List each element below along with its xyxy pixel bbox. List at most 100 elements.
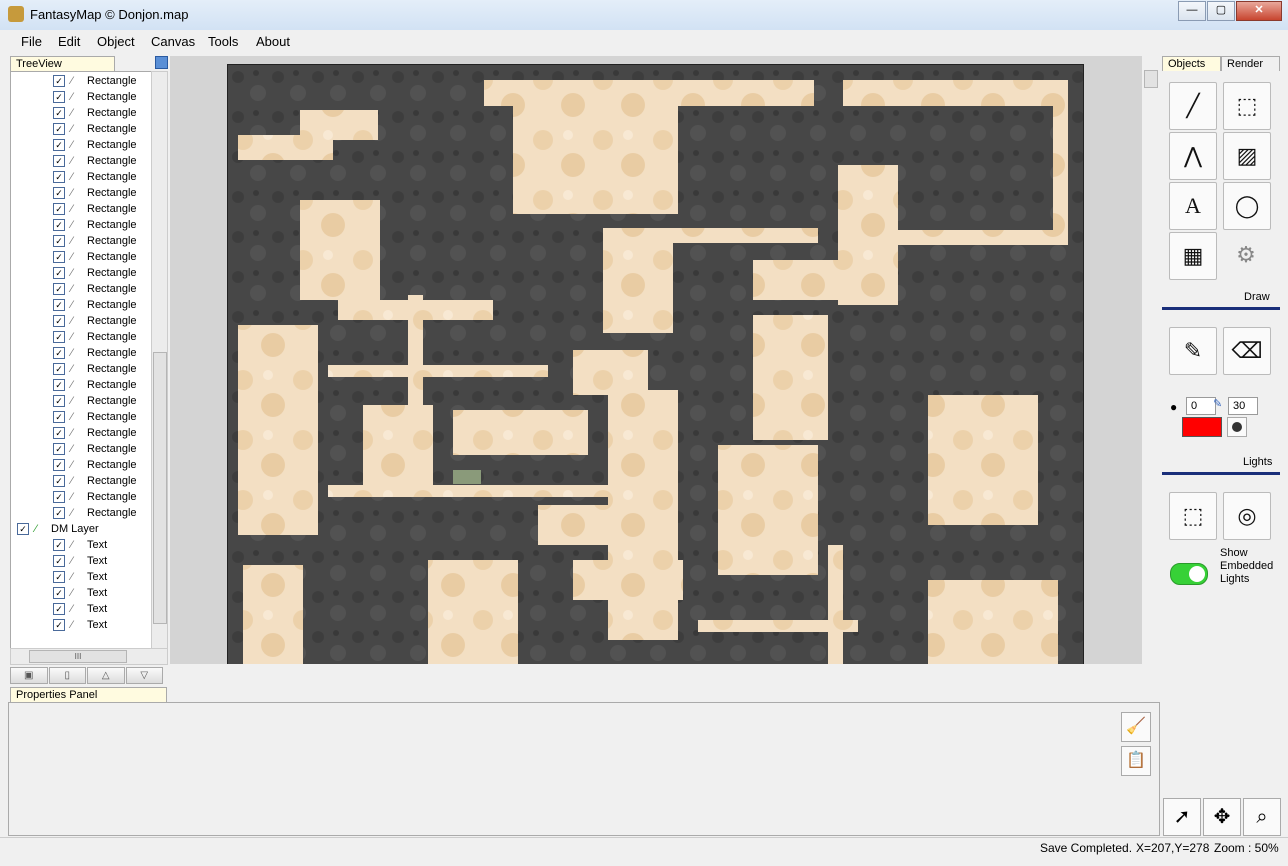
canvas-vertical-scrollbar[interactable] (1143, 56, 1158, 664)
maximize-button[interactable]: ▢ (1207, 1, 1235, 21)
tree-item-rectangle[interactable]: ✓ ⁄ Rectangle (53, 425, 137, 441)
visibility-checkbox[interactable]: ✓ (53, 107, 65, 120)
tree-view[interactable]: ✓ ⁄ Rectangle ✓ ⁄ Rectangle ✓ ⁄ Rectangle ✓ ⁄ Recta… (10, 71, 152, 649)
text-tool-button[interactable]: A (1169, 182, 1217, 230)
pin-icon[interactable] (155, 56, 168, 69)
visibility-checkbox[interactable]: ✓ (53, 443, 65, 456)
tree-item-rectangle[interactable]: ✓ ⁄ Rectangle (53, 153, 137, 169)
visibility-checkbox[interactable]: ✓ (53, 123, 65, 136)
visibility-checkbox[interactable]: ✓ (53, 155, 65, 168)
tree-item-rectangle[interactable]: ✓ ⁄ Rectangle (53, 281, 137, 297)
embedded-lights-toggle[interactable] (1170, 563, 1208, 585)
folder-icon[interactable]: ▣ (10, 667, 48, 684)
zoom-tool-button[interactable]: ⌕ (1243, 798, 1281, 836)
tab-treeview[interactable]: TreeView (10, 56, 115, 71)
visibility-checkbox[interactable]: ✓ (53, 363, 65, 376)
menu-file[interactable]: File (21, 34, 42, 49)
visibility-checkbox[interactable]: ✓ (53, 379, 65, 392)
tree-item-rectangle[interactable]: ✓ ⁄ Rectangle (53, 233, 137, 249)
visibility-checkbox[interactable]: ✓ (53, 251, 65, 264)
visibility-checkbox[interactable]: ✓ (53, 619, 65, 632)
image-tool-button[interactable]: ▨ (1223, 132, 1271, 180)
tree-item-rectangle[interactable]: ✓ ⁄ Rectangle (53, 73, 137, 89)
minimize-button[interactable]: — (1178, 1, 1206, 21)
tree-item-rectangle[interactable]: ✓ ⁄ Rectangle (53, 105, 137, 121)
menu-canvas[interactable]: Canvas (151, 34, 195, 49)
visibility-checkbox[interactable]: ✓ (53, 507, 65, 520)
pattern-tool-button[interactable]: ▦ (1169, 232, 1217, 280)
tree-item-text[interactable]: ✓ ⁄ Text (53, 617, 107, 633)
visibility-checkbox[interactable]: ✓ (53, 315, 65, 328)
canvas-horizontal-scrollbar[interactable] (170, 666, 1158, 682)
visibility-checkbox[interactable]: ✓ (53, 219, 65, 232)
tree-item-rectangle[interactable]: ✓ ⁄ Rectangle (53, 345, 137, 361)
tab-render[interactable]: Render (1221, 56, 1280, 71)
visibility-checkbox[interactable]: ✓ (53, 187, 65, 200)
scroll-thumb[interactable]: III (29, 650, 127, 663)
tree-item-rectangle[interactable]: ✓ ⁄ Rectangle (53, 409, 137, 425)
light-point-button[interactable]: ◎ (1223, 492, 1271, 540)
visibility-checkbox[interactable]: ✓ (17, 523, 29, 536)
tree-item-rectangle[interactable]: ✓ ⁄ Rectangle (53, 265, 137, 281)
tree-item-text[interactable]: ✓ ⁄ Text (53, 585, 107, 601)
visibility-checkbox[interactable]: ✓ (53, 491, 65, 504)
scroll-thumb[interactable] (153, 352, 167, 624)
tree-item-rectangle[interactable]: ✓ ⁄ Rectangle (53, 457, 137, 473)
visibility-checkbox[interactable]: ✓ (53, 235, 65, 248)
settings-button[interactable]: ⚙ (1223, 232, 1269, 278)
visibility-checkbox[interactable]: ✓ (53, 331, 65, 344)
visibility-checkbox[interactable]: ✓ (53, 203, 65, 216)
tree-item-rectangle[interactable]: ✓ ⁄ Rectangle (53, 169, 137, 185)
visibility-checkbox[interactable]: ✓ (53, 587, 65, 600)
rectangle-tool-button[interactable]: ⬚ (1223, 82, 1271, 130)
visibility-checkbox[interactable]: ✓ (53, 571, 65, 584)
tree-item-rectangle[interactable]: ✓ ⁄ Rectangle (53, 393, 137, 409)
tree-item-rectangle[interactable]: ✓ ⁄ Rectangle (53, 137, 137, 153)
eraser-button[interactable]: ⌫ (1223, 327, 1271, 375)
clear-properties-button[interactable]: 🧹 (1121, 712, 1151, 742)
visibility-checkbox[interactable]: ✓ (53, 347, 65, 360)
move-down-icon[interactable]: ▽ (125, 667, 163, 684)
tree-item-rectangle[interactable]: ✓ ⁄ Rectangle (53, 473, 137, 489)
pan-tool-button[interactable]: ✥ (1203, 798, 1241, 836)
tree-item-rectangle[interactable]: ✓ ⁄ Rectangle (53, 217, 137, 233)
size-input[interactable]: 0 (1186, 397, 1216, 415)
menu-tools[interactable]: Tools (208, 34, 238, 49)
tree-item-rectangle[interactable]: ✓ ⁄ Rectangle (53, 313, 137, 329)
visibility-checkbox[interactable]: ✓ (53, 75, 65, 88)
menu-edit[interactable]: Edit (58, 34, 80, 49)
visibility-checkbox[interactable]: ✓ (53, 171, 65, 184)
tree-item-rectangle[interactable]: ✓ ⁄ Rectangle (53, 505, 137, 521)
tree-item-rectangle[interactable]: ✓ ⁄ Rectangle (53, 297, 137, 313)
visibility-checkbox[interactable]: ✓ (53, 139, 65, 152)
tree-item-rectangle[interactable]: ✓ ⁄ Rectangle (53, 441, 137, 457)
visibility-checkbox[interactable]: ✓ (53, 411, 65, 424)
visibility-checkbox[interactable]: ✓ (53, 299, 65, 312)
tree-item-text[interactable]: ✓ ⁄ Text (53, 601, 107, 617)
map-canvas[interactable] (170, 56, 1142, 664)
polyline-tool-button[interactable]: ⋀ (1169, 132, 1217, 180)
page-icon[interactable]: ▯ (48, 667, 86, 684)
visibility-checkbox[interactable]: ✓ (53, 283, 65, 296)
visibility-checkbox[interactable]: ✓ (53, 267, 65, 280)
tree-item-text[interactable]: ✓ ⁄ Text (53, 537, 107, 553)
visibility-checkbox[interactable]: ✓ (53, 555, 65, 568)
paste-properties-button[interactable]: 📋 (1121, 746, 1151, 776)
light-color-swatch[interactable] (1182, 417, 1222, 437)
tree-item-rectangle[interactable]: ✓ ⁄ Rectangle (53, 201, 137, 217)
move-up-icon[interactable]: △ (87, 667, 125, 684)
light-brush-button[interactable]: ✎ (1169, 327, 1217, 375)
close-button[interactable]: ✕ (1236, 1, 1282, 21)
tab-properties[interactable]: Properties Panel (10, 687, 167, 702)
tree-item-rectangle[interactable]: ✓ ⁄ Rectangle (53, 89, 137, 105)
tree-vertical-scrollbar[interactable] (151, 71, 168, 649)
visibility-checkbox[interactable]: ✓ (53, 427, 65, 440)
pointer-tool-button[interactable]: ➚ (1163, 798, 1201, 836)
visibility-checkbox[interactable]: ✓ (53, 539, 65, 552)
brush-size-input[interactable]: 30 (1228, 397, 1258, 415)
visibility-checkbox[interactable]: ✓ (53, 395, 65, 408)
tree-item-rectangle[interactable]: ✓ ⁄ Rectangle (53, 329, 137, 345)
tree-item-text[interactable]: ✓ ⁄ Text (53, 569, 107, 585)
tree-horizontal-scrollbar[interactable]: III (10, 648, 168, 665)
visibility-checkbox[interactable]: ✓ (53, 91, 65, 104)
